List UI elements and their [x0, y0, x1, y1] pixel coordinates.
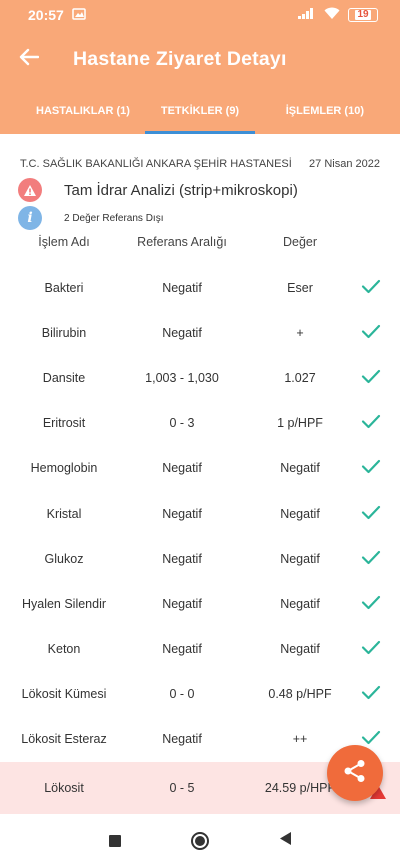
tab-bar: HASTALIKLAR (1) TETKİKLER (9) İŞLEMLER (…	[0, 88, 400, 134]
info-icon: i	[18, 206, 42, 230]
test-name: Eritrosit	[42, 416, 86, 431]
test-value: Negatif	[280, 642, 320, 657]
check-icon	[361, 368, 381, 387]
test-name: Glukoz	[44, 551, 84, 566]
reference-range: 0 - 3	[169, 416, 195, 431]
test-name: Bilirubin	[41, 325, 87, 340]
check-icon	[361, 459, 381, 478]
check-icon	[361, 594, 381, 613]
test-name: Hyalen Silendir	[21, 596, 107, 611]
header-deger: Değer	[282, 235, 318, 249]
reference-range: Negatif	[162, 506, 202, 521]
test-title-row: Tam İdrar Analizi (strip+mikroskopi)	[18, 178, 298, 202]
results-table: Bakteri Negatif Eser Bilirubin Negatif +…	[0, 265, 400, 815]
gallery-notification-icon	[72, 7, 86, 23]
test-value: Negatif	[280, 596, 320, 611]
battery-icon: 19	[348, 8, 378, 22]
back-button[interactable]	[0, 30, 58, 88]
test-value: Negatif	[280, 461, 320, 476]
reference-range: Negatif	[162, 732, 202, 747]
table-row[interactable]: Lökosit Kümesi 0 - 0 0.48 p/HPF	[0, 672, 400, 717]
test-value: ++	[292, 732, 308, 747]
reference-range: Negatif	[162, 551, 202, 566]
test-value: Negatif	[280, 551, 320, 566]
system-nav-bar	[0, 815, 400, 866]
signal-icon	[298, 6, 316, 24]
hospital-name: T.C. SAĞLIK BAKANLIĞI ANKARA ŞEHİR HASTA…	[20, 158, 292, 170]
test-name: Dansite	[42, 370, 86, 385]
visit-header: T.C. SAĞLIK BAKANLIĞI ANKARA ŞEHİR HASTA…	[20, 158, 380, 170]
status-bar: 20:57 19	[0, 0, 400, 30]
check-icon	[361, 323, 381, 342]
test-name: Kristal	[46, 506, 82, 521]
test-value: +	[296, 325, 304, 340]
test-title: Tam İdrar Analizi (strip+mikroskopi)	[64, 181, 298, 199]
test-value: 24.59 p/HPF	[264, 781, 336, 796]
test-value: 1.027	[284, 370, 316, 385]
check-icon	[361, 414, 381, 433]
test-value: 1 p/HPF	[277, 416, 323, 431]
check-icon	[361, 278, 381, 297]
test-name: Hemoglobin	[30, 461, 98, 476]
page-title: Hastane Ziyaret Detayı	[73, 47, 287, 70]
table-row[interactable]: Bilirubin Negatif +	[0, 310, 400, 355]
table-row[interactable]: Eritrosit 0 - 3 1 p/HPF	[0, 401, 400, 446]
back-nav-icon[interactable]	[279, 831, 292, 851]
table-row[interactable]: Bakteri Negatif Eser	[0, 265, 400, 310]
header-islem-adi: İşlem Adı	[38, 235, 90, 249]
reference-range: Negatif	[162, 596, 202, 611]
share-icon	[342, 758, 368, 789]
table-row[interactable]: Hyalen Silendir Negatif Negatif	[0, 581, 400, 626]
recents-icon[interactable]	[108, 834, 121, 847]
back-arrow-icon	[19, 48, 40, 71]
share-button[interactable]	[327, 745, 383, 801]
tab-tetkikler[interactable]: TETKİKLER (9)	[145, 88, 255, 134]
check-icon	[361, 640, 381, 659]
reference-range: Negatif	[162, 280, 202, 295]
info-row: i 2 Değer Referans Dışı	[18, 206, 164, 230]
warning-icon	[18, 178, 42, 202]
test-name: Lökosit Esteraz	[21, 732, 107, 747]
home-icon[interactable]	[190, 831, 209, 850]
check-icon	[361, 504, 381, 523]
reference-range: 0 - 5	[169, 781, 195, 796]
test-value: Negatif	[280, 506, 320, 521]
reference-range: Negatif	[162, 642, 202, 657]
battery-level: 19	[355, 9, 371, 20]
header-referans-araligi: Referans Aralığı	[137, 235, 227, 249]
table-row[interactable]: Dansite 1,003 - 1,030 1.027	[0, 355, 400, 400]
test-name: Lökosit Kümesi	[21, 687, 107, 702]
table-row[interactable]: Hemoglobin Negatif Negatif	[0, 446, 400, 491]
test-name: Keton	[47, 642, 81, 657]
app-bar: Hastane Ziyaret Detayı	[0, 30, 400, 88]
test-value: 0.48 p/HPF	[268, 687, 332, 702]
reference-range: 1,003 - 1,030	[145, 370, 219, 385]
check-icon	[361, 549, 381, 568]
reference-range: 0 - 0	[169, 687, 195, 702]
test-value: Eser	[287, 280, 313, 295]
table-header: İşlem Adı Referans Aralığı Değer	[0, 235, 400, 253]
test-name: Bakteri	[44, 280, 84, 295]
table-row[interactable]: Glukoz Negatif Negatif	[0, 536, 400, 581]
tab-hastaliklar[interactable]: HASTALIKLAR (1)	[0, 88, 145, 134]
visit-date: 27 Nisan 2022	[309, 158, 380, 170]
test-name: Lökosit	[44, 781, 84, 796]
reference-range: Negatif	[162, 461, 202, 476]
out-of-range-info: 2 Değer Referans Dışı	[64, 212, 164, 224]
table-row[interactable]: Keton Negatif Negatif	[0, 627, 400, 672]
status-time: 20:57	[28, 7, 64, 23]
reference-range: Negatif	[162, 325, 202, 340]
wifi-icon	[324, 6, 340, 24]
check-icon	[361, 685, 381, 704]
table-row[interactable]: Kristal Negatif Negatif	[0, 491, 400, 536]
tab-islemler[interactable]: İŞLEMLER (10)	[255, 88, 400, 134]
